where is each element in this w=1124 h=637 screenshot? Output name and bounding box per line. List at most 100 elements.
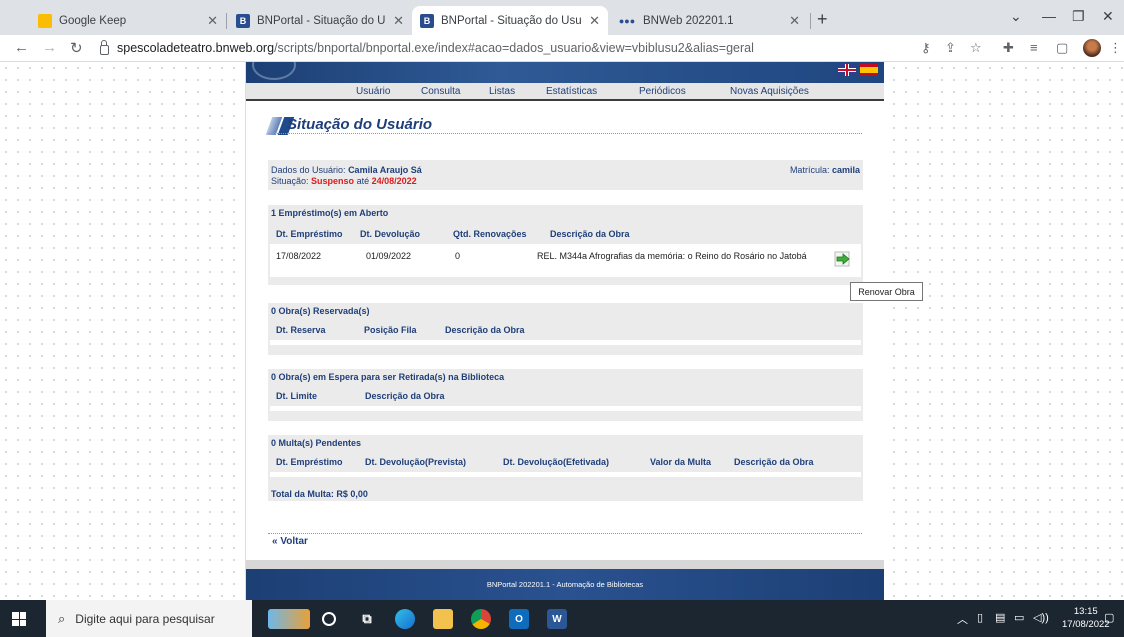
task-view-icon[interactable]: ⧉ [357, 609, 377, 629]
close-icon[interactable]: ✕ [207, 13, 218, 29]
col-descricao-obra: Descrição da Obra [550, 228, 630, 239]
news-widget-icon[interactable] [268, 609, 310, 629]
share-icon[interactable]: ⇪ [945, 40, 956, 56]
extensions-icon[interactable]: ✚ [1003, 40, 1014, 56]
tab-search-icon[interactable]: ⌄ [1010, 8, 1022, 25]
menu-estatisticas[interactable]: Estatísticas [546, 86, 597, 97]
menu-usuario[interactable]: Usuário [356, 86, 390, 97]
footer-separator [246, 560, 884, 569]
edge-icon[interactable] [395, 609, 415, 629]
col-posicao-fila: Posição Fila [364, 324, 417, 335]
uk-flag-icon[interactable] [838, 64, 856, 76]
reload-icon[interactable]: ↻ [70, 39, 83, 57]
notifications-icon[interactable]: ▢ [1104, 611, 1114, 624]
windows-taskbar: ⌕ Digite aqui para pesquisar ⧉ O W ︿ ▯ ▤… [0, 600, 1124, 637]
portal-footer: BNPortal 202201.1 - Automação de Bibliot… [246, 569, 884, 600]
page-title: Situação do Usuário [287, 116, 433, 133]
browser-tab-bar: Google Keep ✕ B BNPortal - Situação do U… [0, 0, 1124, 35]
file-explorer-icon[interactable] [433, 609, 453, 629]
renewals-count: 0 [455, 251, 461, 261]
reservations-column-header: Dt. Reserva Posição Fila Descrição da Ob… [268, 319, 863, 340]
status-label: Situação: [271, 176, 309, 186]
cortana-icon[interactable] [322, 612, 336, 626]
taskbar-search[interactable]: ⌕ Digite aqui para pesquisar [46, 600, 252, 637]
close-icon[interactable]: ✕ [789, 13, 800, 29]
section-footer [268, 340, 863, 345]
return-date: 01/09/2022 [366, 251, 412, 261]
close-window-button[interactable]: ✕ [1102, 8, 1114, 25]
avatar[interactable] [1083, 39, 1101, 57]
clock-time: 13:15 [1073, 606, 1098, 617]
search-icon: ⌕ [58, 610, 66, 626]
tab-title: Google Keep [59, 14, 127, 27]
display-icon[interactable]: ▭ [1014, 611, 1024, 624]
col-dt-limite: Dt. Limite [276, 390, 318, 401]
loan-date: 17/08/2022 [276, 251, 322, 261]
menu-listas[interactable]: Listas [489, 86, 515, 97]
chevron-up-icon[interactable]: ︿ [957, 611, 968, 627]
col-dt-devolucao-efetivada: Dt. Devolução(Efetivada) [503, 456, 610, 467]
col-descricao-obra: Descrição da Obra [365, 390, 445, 401]
col-descricao-obra: Descrição da Obra [445, 324, 525, 335]
tab-google-keep[interactable]: Google Keep ✕ [30, 6, 226, 35]
user-data-label: Dados do Usuário: [271, 165, 346, 175]
minimize-button[interactable]: — [1042, 8, 1056, 24]
user-info-panel: Dados do Usuário: Camila Araujo Sá Situa… [268, 160, 863, 190]
tab-bnweb[interactable]: ●●● BNWeb 202201.1 ✕ [610, 6, 808, 35]
tab-bnportal-1[interactable]: B BNPortal - Situação do Usuário ✕ [228, 6, 412, 35]
windows-start-icon[interactable] [12, 612, 26, 626]
tab-bnportal-2[interactable]: B BNPortal - Situação do Usuário ✕ [412, 6, 608, 35]
reservations-section: 0 Obra(s) Reservada(s) Dt. Reserva Posiç… [268, 303, 863, 355]
close-icon[interactable]: ✕ [393, 13, 404, 29]
col-dt-devolucao-prevista: Dt. Devolução(Prevista) [365, 456, 467, 467]
spain-flag-icon[interactable] [860, 64, 878, 76]
waiting-column-header: Dt. Limite Descrição da Obra [268, 385, 863, 406]
col-dt-devolucao: Dt. Devolução [360, 228, 421, 239]
menu-periodicos[interactable]: Periódicos [639, 86, 686, 97]
new-tab-button[interactable]: + [817, 9, 828, 30]
reading-list-icon[interactable]: ≡ [1030, 40, 1038, 55]
user-name-line: Dados do Usuário: Camila Araujo Sá [271, 165, 422, 175]
outlook-icon[interactable]: O [509, 609, 529, 629]
side-panel-icon[interactable]: ▢ [1056, 40, 1068, 56]
back-arrow-icon[interactable]: ← [14, 39, 29, 56]
address-bar[interactable]: spescoladeteatro.bnweb.org/scripts/bnpor… [100, 37, 910, 59]
battery-icon[interactable]: ▯ [977, 611, 983, 624]
menu-icon[interactable]: ⋮ [1109, 40, 1122, 56]
waiting-section: 0 Obra(s) em Espera para ser Retirada(s)… [268, 369, 863, 421]
restore-button[interactable]: ❐ [1072, 8, 1085, 25]
status-badge: Suspenso [311, 176, 355, 186]
col-valor-multa: Valor da Multa [650, 456, 712, 467]
bnportal-icon: B [420, 13, 434, 28]
col-dt-emprestimo: Dt. Empréstimo [276, 228, 343, 239]
voltar-divider [268, 533, 862, 534]
back-link[interactable]: « Voltar [272, 536, 308, 547]
tab-title: BNWeb 202201.1 [643, 14, 734, 27]
menu-consulta[interactable]: Consulta [421, 86, 460, 97]
clock-date: 17/08/2022 [1062, 619, 1110, 630]
volume-icon[interactable]: ◁)) [1033, 611, 1049, 624]
back-link-label: Voltar [280, 536, 308, 547]
page-viewport: Usuário Consulta Listas Estatísticas Per… [0, 62, 1124, 600]
network-icon[interactable]: ▤ [995, 611, 1005, 624]
tab-title: BNPortal - Situação do Usuário [257, 14, 386, 27]
google-keep-icon [38, 13, 52, 28]
renew-arrow-icon[interactable] [834, 250, 852, 268]
close-icon[interactable]: ✕ [589, 13, 600, 29]
bnportal-icon: B [236, 13, 250, 28]
taskbar-clock[interactable]: 13:15 17/08/2022 [1062, 605, 1110, 631]
bnweb-icon: ●●● [618, 15, 636, 26]
forward-arrow-icon[interactable]: → [42, 39, 57, 56]
fines-column-header: Dt. Empréstimo Dt. Devolução(Prevista) D… [268, 451, 863, 472]
portal-container: Usuário Consulta Listas Estatísticas Per… [245, 62, 884, 600]
user-status-line: Situação: Suspenso até 24/08/2022 [271, 176, 417, 186]
chrome-icon[interactable] [471, 609, 491, 629]
matricula-line: Matrícula: camila [790, 165, 860, 175]
col-dt-reserva: Dt. Reserva [276, 324, 326, 335]
key-icon[interactable]: ⚷ [921, 40, 931, 56]
word-icon[interactable]: W [547, 609, 567, 629]
menu-novas-aquisicoes[interactable]: Novas Aquisições [730, 86, 809, 97]
renew-tooltip: Renovar Obra [850, 282, 923, 301]
star-icon[interactable]: ☆ [970, 40, 982, 56]
search-placeholder: Digite aqui para pesquisar [75, 611, 215, 626]
